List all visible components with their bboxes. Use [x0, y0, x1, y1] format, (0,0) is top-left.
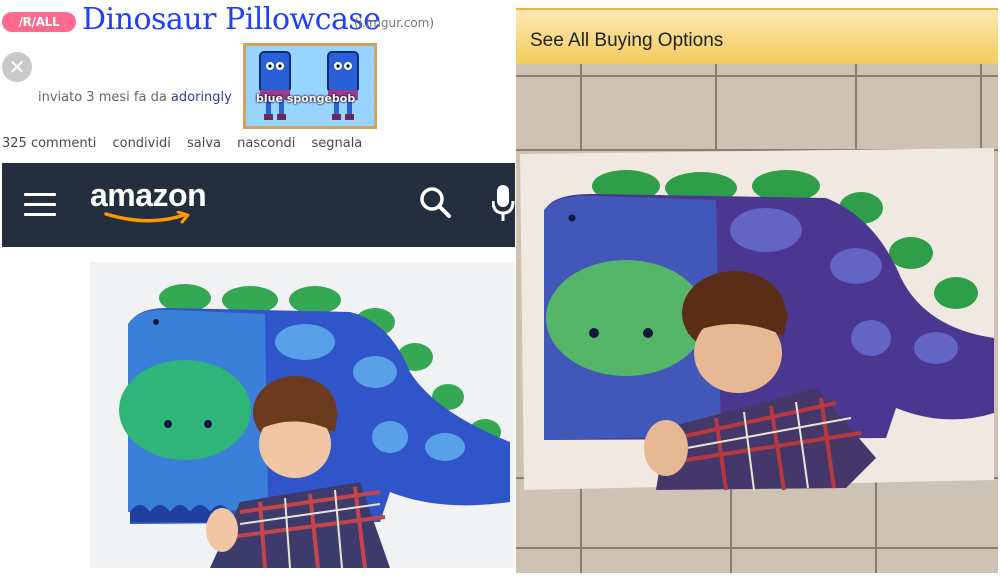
post-title[interactable]: Dinosaur Pillowcase — [82, 2, 381, 37]
flair-label: blue spongebob — [256, 92, 356, 105]
report-link[interactable]: segnala — [311, 136, 362, 151]
author-link[interactable]: adoringly — [171, 90, 232, 105]
submitted-prefix: inviato 3 mesi fa da — [38, 90, 167, 105]
see-all-buying-options-label[interactable]: See All Buying Options — [530, 30, 723, 52]
hide-link[interactable]: nascondi — [237, 136, 295, 151]
subreddit-tag[interactable]: /R/ALL — [2, 12, 76, 32]
menu-icon[interactable] — [24, 193, 56, 217]
share-link[interactable]: condividi — [112, 136, 170, 151]
amazon-header: amazon — [2, 163, 515, 247]
amazon-smile-icon — [104, 211, 190, 224]
floor-tiles-photo — [516, 8, 998, 573]
flair-artwork — [246, 46, 374, 126]
post-domain[interactable]: (i.imgur.com) — [354, 16, 434, 30]
comments-link[interactable]: 325 commenti — [2, 136, 96, 151]
save-link[interactable]: salva — [187, 136, 221, 151]
submitted-line: inviato 3 mesi fa da adoringly — [38, 90, 232, 105]
search-icon[interactable] — [418, 185, 452, 223]
see-all-buying-options-bar[interactable]: See All Buying Options — [516, 8, 998, 64]
product-photo — [90, 262, 514, 568]
amazon-logo-text: amazon — [90, 177, 207, 213]
user-flair-image — [243, 43, 377, 129]
close-icon[interactable]: ✕ — [2, 52, 32, 82]
amazon-logo[interactable]: amazon — [90, 177, 207, 224]
post-actions: 325 commenti condividi salva nascondi se… — [2, 136, 374, 151]
customer-photo-panel: See All Buying Options — [516, 8, 998, 573]
dinosaur-pillow-illustration — [90, 262, 514, 568]
microphone-icon[interactable] — [491, 183, 515, 227]
